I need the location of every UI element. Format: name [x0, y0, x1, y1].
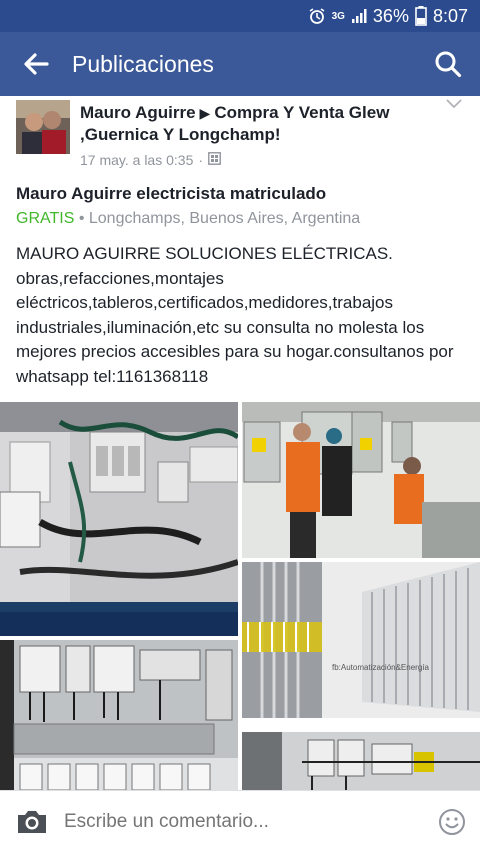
listing-title: Mauro Aguirre electricista matriculado	[16, 184, 327, 203]
smiley-icon	[439, 809, 465, 835]
price-location-line: GRATIS • Longchamps, Buenos Aires, Argen…	[16, 210, 360, 228]
author-name[interactable]: Mauro Aguirre	[80, 103, 196, 122]
network-type: 3G	[331, 10, 345, 22]
sticker-button[interactable]	[424, 808, 480, 836]
post: Mauro Aguirre ▶ Compra Y Venta Glew ,Guern…	[0, 96, 480, 790]
clock: 8:07	[432, 5, 468, 26]
signal-icon	[351, 8, 367, 24]
battery-percent: 36%	[372, 5, 409, 26]
avatar[interactable]	[16, 100, 70, 154]
post-meta: 17 may. a las 0:35 ·	[80, 152, 221, 168]
page-title: Publicaciones	[72, 50, 214, 77]
comment-bar	[0, 790, 480, 853]
back-arrow-icon	[24, 53, 49, 75]
post-body: MAURO AGUIRRE SOLUCIONES ELÉCTRICAS. obr…	[16, 244, 454, 386]
share-arrow-icon: ▶	[199, 105, 211, 121]
meta-separator: ·	[198, 152, 204, 168]
photo-collage: fb:Automatización&Energía	[0, 402, 480, 790]
photo-watermark: fb:Automatización&Energía	[332, 663, 429, 672]
battery-icon	[415, 6, 427, 26]
search-button[interactable]	[416, 32, 480, 96]
photo-workers[interactable]	[242, 402, 480, 558]
post-timestamp[interactable]: 17 may. a las 0:35	[80, 152, 193, 168]
app-bar: Publicaciones	[0, 32, 480, 96]
post-options-button[interactable]	[446, 96, 462, 114]
comment-input[interactable]	[64, 811, 424, 833]
post-author-line[interactable]: Mauro Aguirre ▶ Compra Y Venta Glew ,Guern…	[80, 102, 440, 146]
status-bar: 3G 36% 8:07	[0, 0, 480, 32]
listing-location: • Longchamps, Buenos Aires, Argentina	[78, 210, 361, 227]
camera-button[interactable]	[0, 808, 64, 836]
camera-icon	[18, 811, 46, 833]
chevron-down-icon	[446, 99, 462, 109]
post-header: Mauro Aguirre ▶ Compra Y Venta Glew ,Guern…	[0, 96, 480, 172]
search-icon	[435, 51, 462, 78]
photo-control-panel[interactable]	[0, 402, 238, 636]
back-button[interactable]	[0, 32, 72, 96]
listing-price: GRATIS	[16, 210, 75, 227]
alarm-icon	[308, 7, 326, 25]
photo-breaker-panel[interactable]	[0, 640, 238, 790]
group-privacy-icon	[208, 152, 221, 168]
photo-breakers[interactable]	[242, 722, 480, 790]
photo-conduits[interactable]: fb:Automatización&Energía	[242, 562, 480, 718]
